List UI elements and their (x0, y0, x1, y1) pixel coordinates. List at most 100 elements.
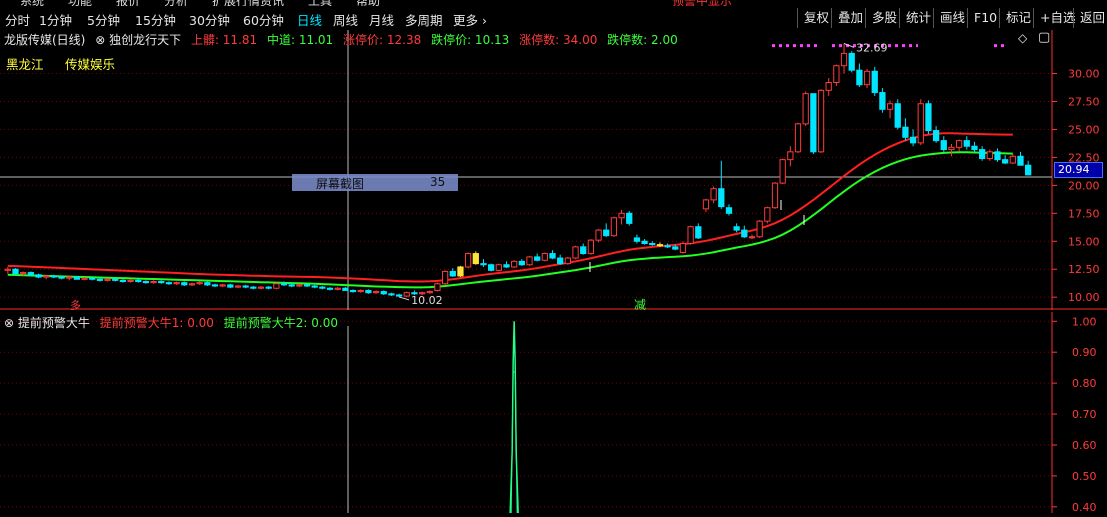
period-tab-8[interactable]: 月线 (369, 10, 394, 29)
menu-item-5[interactable]: 资讯 (260, 0, 284, 6)
period-tab-3[interactable]: 15分钟 (135, 10, 176, 29)
candle-body (894, 103, 901, 128)
candle-body (994, 151, 1001, 161)
indicator-panel-name[interactable]: 提前预警大牛 (18, 316, 90, 330)
period-tab-0[interactable]: 分时 (5, 10, 30, 29)
kline-chart-svg[interactable]: 30.0027.5025.0022.5020.0017.5015.0012.50… (0, 30, 1107, 312)
candle-body (4, 268, 11, 271)
indicator-axis-label: 0.70 (1072, 408, 1097, 421)
candle-body (610, 217, 618, 237)
candle-body (96, 278, 104, 281)
candle-body (672, 246, 679, 250)
menu-item-7[interactable]: 帮助 (356, 0, 380, 6)
candle-body (319, 286, 326, 289)
candle-body (641, 240, 648, 245)
candle-body (687, 226, 694, 245)
candle-body (50, 275, 58, 278)
candle-body (81, 277, 88, 280)
period-tab-2[interactable]: 5分钟 (87, 10, 120, 29)
indicator-chart-svg[interactable]: 1.00 0.90 0.80 0.70 0.60 0.50 0.40 (0, 312, 1107, 514)
candle-body (948, 146, 955, 151)
candle-body (158, 281, 165, 284)
candle-body (618, 212, 625, 219)
candle-body (695, 226, 702, 239)
candle-body (503, 264, 510, 268)
indicator-title: ⊗ 提前预警大牛 提前预警大牛1: 0.00 提前预警大牛2: 0.00 (4, 314, 338, 331)
price-axis-label: 15.00 (1068, 235, 1100, 248)
candle-body (940, 140, 947, 151)
candle-body (20, 272, 27, 275)
candle-body (242, 285, 249, 288)
region-tag[interactable]: 黑龙江 (6, 54, 44, 73)
candle-body (196, 282, 203, 285)
toolbar-button-4[interactable]: 画线 (933, 8, 971, 28)
indicator-toggle-icon[interactable]: ⊗ (95, 33, 105, 47)
candle-body (257, 286, 265, 289)
toolbar-button-2[interactable]: 多股 (865, 8, 903, 28)
candle-body (787, 151, 794, 161)
menu-item-4[interactable]: 扩展行情 (212, 0, 260, 6)
candle-body (633, 237, 641, 242)
toolbar-button-5[interactable]: F10 (967, 8, 1003, 28)
kline-chart-panel[interactable]: 30.00 27.50 25.00 22.50 20.00 17.50 15.00 12.50… (0, 30, 1107, 312)
candle-body (403, 292, 410, 297)
maximize-icon[interactable]: ▢ (1038, 30, 1050, 45)
candle-body (35, 274, 42, 278)
candle-body (871, 70, 878, 94)
candle-body (863, 70, 871, 86)
candle-body (1009, 155, 1016, 164)
candle-body (227, 284, 234, 288)
candle-body (925, 103, 932, 132)
candle-body (457, 266, 464, 277)
sector-tag[interactable]: 传媒娱乐 (65, 54, 115, 73)
indicator-name[interactable]: 独创龙行天下 (109, 33, 181, 47)
candle-body (511, 260, 518, 268)
candle-body (764, 207, 771, 222)
candle-body (817, 89, 825, 153)
candle-body (909, 136, 917, 144)
toolbar-button-6[interactable]: 标记 (999, 8, 1037, 28)
candle-body (27, 272, 34, 276)
candle-body (932, 130, 940, 142)
menu-item-3[interactable]: 分析 (164, 0, 188, 6)
candle-body (173, 282, 180, 285)
candle-body (472, 253, 479, 265)
diamond-icon[interactable]: ◇ (1018, 31, 1027, 45)
period-tab-9[interactable]: 多周期 (405, 10, 443, 29)
toolbar-button-3[interactable]: 统计 (899, 8, 937, 28)
menu-item-6[interactable]: 工具 (308, 0, 332, 6)
candle-body (886, 103, 894, 110)
toolbar-button-1[interactable]: 叠加 (831, 8, 869, 28)
candle-body (464, 253, 472, 268)
candle-body (73, 276, 81, 280)
candle-body (1002, 159, 1009, 164)
candle-body (104, 278, 111, 281)
period-tab-1[interactable]: 1分钟 (39, 10, 72, 29)
candle-body (725, 207, 733, 214)
period-tab-10[interactable]: 更多 › (453, 10, 487, 29)
price-axis-label: 25.00 (1068, 123, 1100, 136)
period-tab-6[interactable]: 日线 (297, 10, 322, 29)
candle-body (626, 212, 633, 224)
period-tab-7[interactable]: 周线 (333, 10, 358, 29)
menu-item-1[interactable]: 功能 (68, 0, 92, 6)
candle-body (12, 268, 19, 275)
period-tab-4[interactable]: 30分钟 (189, 10, 230, 29)
candle-body (810, 93, 817, 153)
toolbar-button-0[interactable]: 复权 (797, 8, 835, 28)
buy-signal-label: 多 (70, 298, 81, 310)
candle-body (449, 270, 456, 277)
ma-green-line (7, 151, 1013, 289)
indicator-panel[interactable]: 1.00 0.90 0.80 0.70 0.60 0.50 0.40 ⊗ 提前预警大牛 提前… (0, 312, 1107, 514)
candle-body (587, 239, 595, 255)
toolbar-button-8[interactable]: 返回 (1073, 8, 1107, 28)
candle-body (380, 291, 387, 295)
menu-item-0[interactable]: 系统 (20, 0, 44, 6)
menu-item-2[interactable]: 报价 (116, 0, 140, 6)
period-tab-5[interactable]: 60分钟 (243, 10, 284, 29)
indicator-line1-value: 提前预警大牛1: 0.00 (99, 316, 214, 330)
candle-body (372, 291, 380, 294)
candle-body (971, 145, 978, 151)
indicator-toggle-icon[interactable]: ⊗ (4, 316, 14, 330)
candle-body (250, 286, 257, 289)
